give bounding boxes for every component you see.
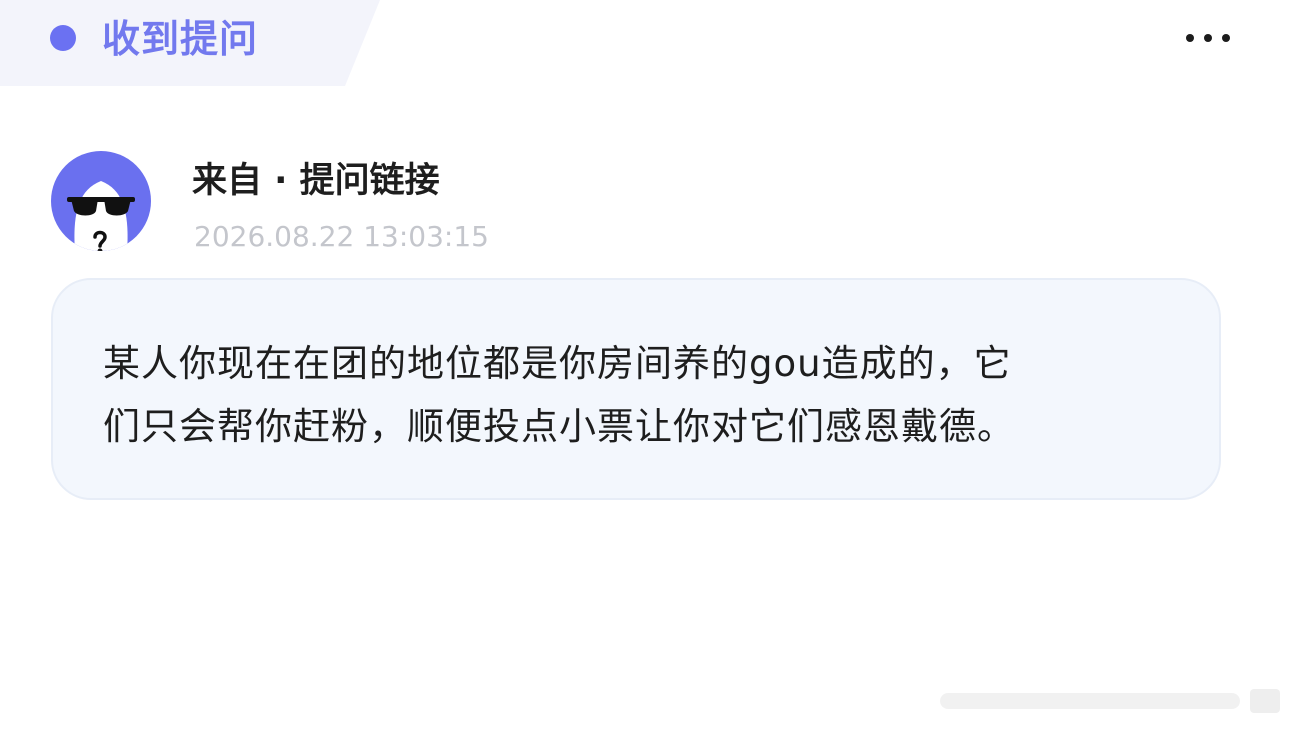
question-text: 某人你现在在团的地位都是你房间养的gou造成的，它 们只会帮你赶粉，顺便投点小票…	[103, 332, 1163, 458]
more-dot	[1204, 34, 1212, 42]
question-page: 收到提问 来自 · 提问链接 2026.08.22 13:03:15 某人你现在…	[0, 0, 1300, 731]
anonymous-avatar-icon	[51, 151, 151, 251]
timestamp: 2026.08.22 13:03:15	[194, 220, 489, 253]
avatar[interactable]	[51, 151, 151, 251]
tab-indicator-dot	[50, 25, 76, 51]
more-dot	[1222, 34, 1230, 42]
sender-label: 来自 · 提问链接	[192, 161, 440, 201]
question-text-line: 们只会帮你赶粉，顺便投点小票让你对它们感恩戴德。	[103, 405, 1015, 448]
question-text-line: 某人你现在在团的地位都是你房间养的gou造成的，它	[103, 342, 1012, 385]
question-bubble: 某人你现在在团的地位都是你房间养的gou造成的，它 们只会帮你赶粉，顺便投点小票…	[51, 278, 1221, 500]
page-title: 收到提问	[102, 17, 259, 61]
more-dot	[1186, 34, 1194, 42]
watermark-decoration	[930, 681, 1290, 721]
more-options-icon[interactable]	[1186, 22, 1230, 54]
